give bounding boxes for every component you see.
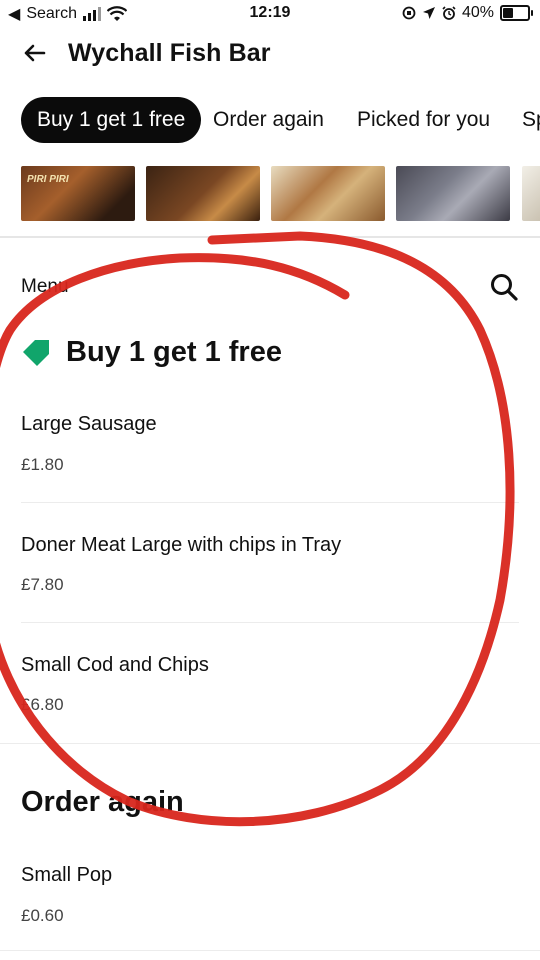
menu-item-thumbnail[interactable] [522,166,540,221]
alarm-icon [442,6,456,20]
offer-tag-icon [23,340,49,366]
menu-item-thumbnail[interactable] [271,166,385,221]
menu-item-price: £7.80 [21,575,64,594]
menu-item-thumbnail[interactable] [396,166,510,221]
menu-item-price: £1.80 [21,455,64,474]
page-title: Wychall Fish Bar [68,39,271,67]
location-icon [422,7,435,19]
menu-item-name[interactable]: Small Cod and Chips [21,654,209,677]
search-icon[interactable] [489,272,519,302]
section-title-order-again: Order again [21,786,184,818]
menu-item-price: £6.80 [21,695,64,714]
screen-lock-icon [402,6,416,20]
status-bar: ◀ Search 12:19 40% [0,0,540,28]
category-tabs: Buy 1 get 1 free Order again Picked for … [0,96,540,144]
menu-item-thumbnail[interactable] [146,166,260,221]
menu-item-thumbnail[interactable]: PIRI PIRI [21,166,135,221]
item-separator [21,622,519,623]
section-title-offer: Buy 1 get 1 free [66,336,282,368]
tab-partial[interactable]: Sp [522,97,540,143]
tab-order-again[interactable]: Order again [213,97,324,143]
menu-item-name[interactable]: Large Sausage [21,413,157,436]
battery-icon [500,5,533,21]
tab-buy-1-get-1-free[interactable]: Buy 1 get 1 free [21,97,202,143]
section-separator [0,743,540,744]
status-right: 40% [402,4,533,22]
store-header: Wychall Fish Bar [0,30,540,80]
item-separator [21,502,519,503]
section-divider [0,236,540,238]
thumbnail-caption: PIRI PIRI [27,174,69,185]
back-arrow-icon[interactable] [20,38,50,68]
menu-item-name[interactable]: Doner Meat Large with chips in Tray [21,534,341,557]
thumbnail-strip: PIRI PIRI [0,166,540,221]
menu-item-price: £0.60 [21,906,64,925]
menu-item-name[interactable]: Small Pop [21,864,112,887]
item-separator [0,950,540,951]
battery-percent: 40% [461,4,494,21]
tab-picked-for-you[interactable]: Picked for you [357,97,490,143]
menu-label: Menu [21,276,69,297]
